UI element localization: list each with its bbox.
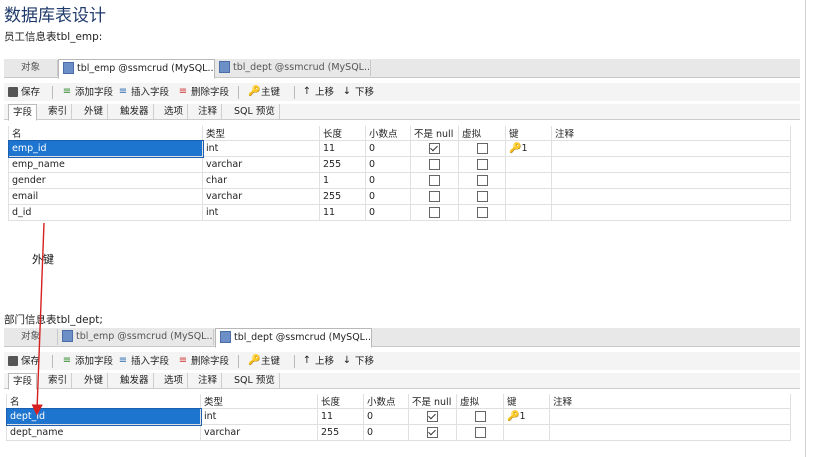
foreign-key-arrow (31, 222, 45, 416)
